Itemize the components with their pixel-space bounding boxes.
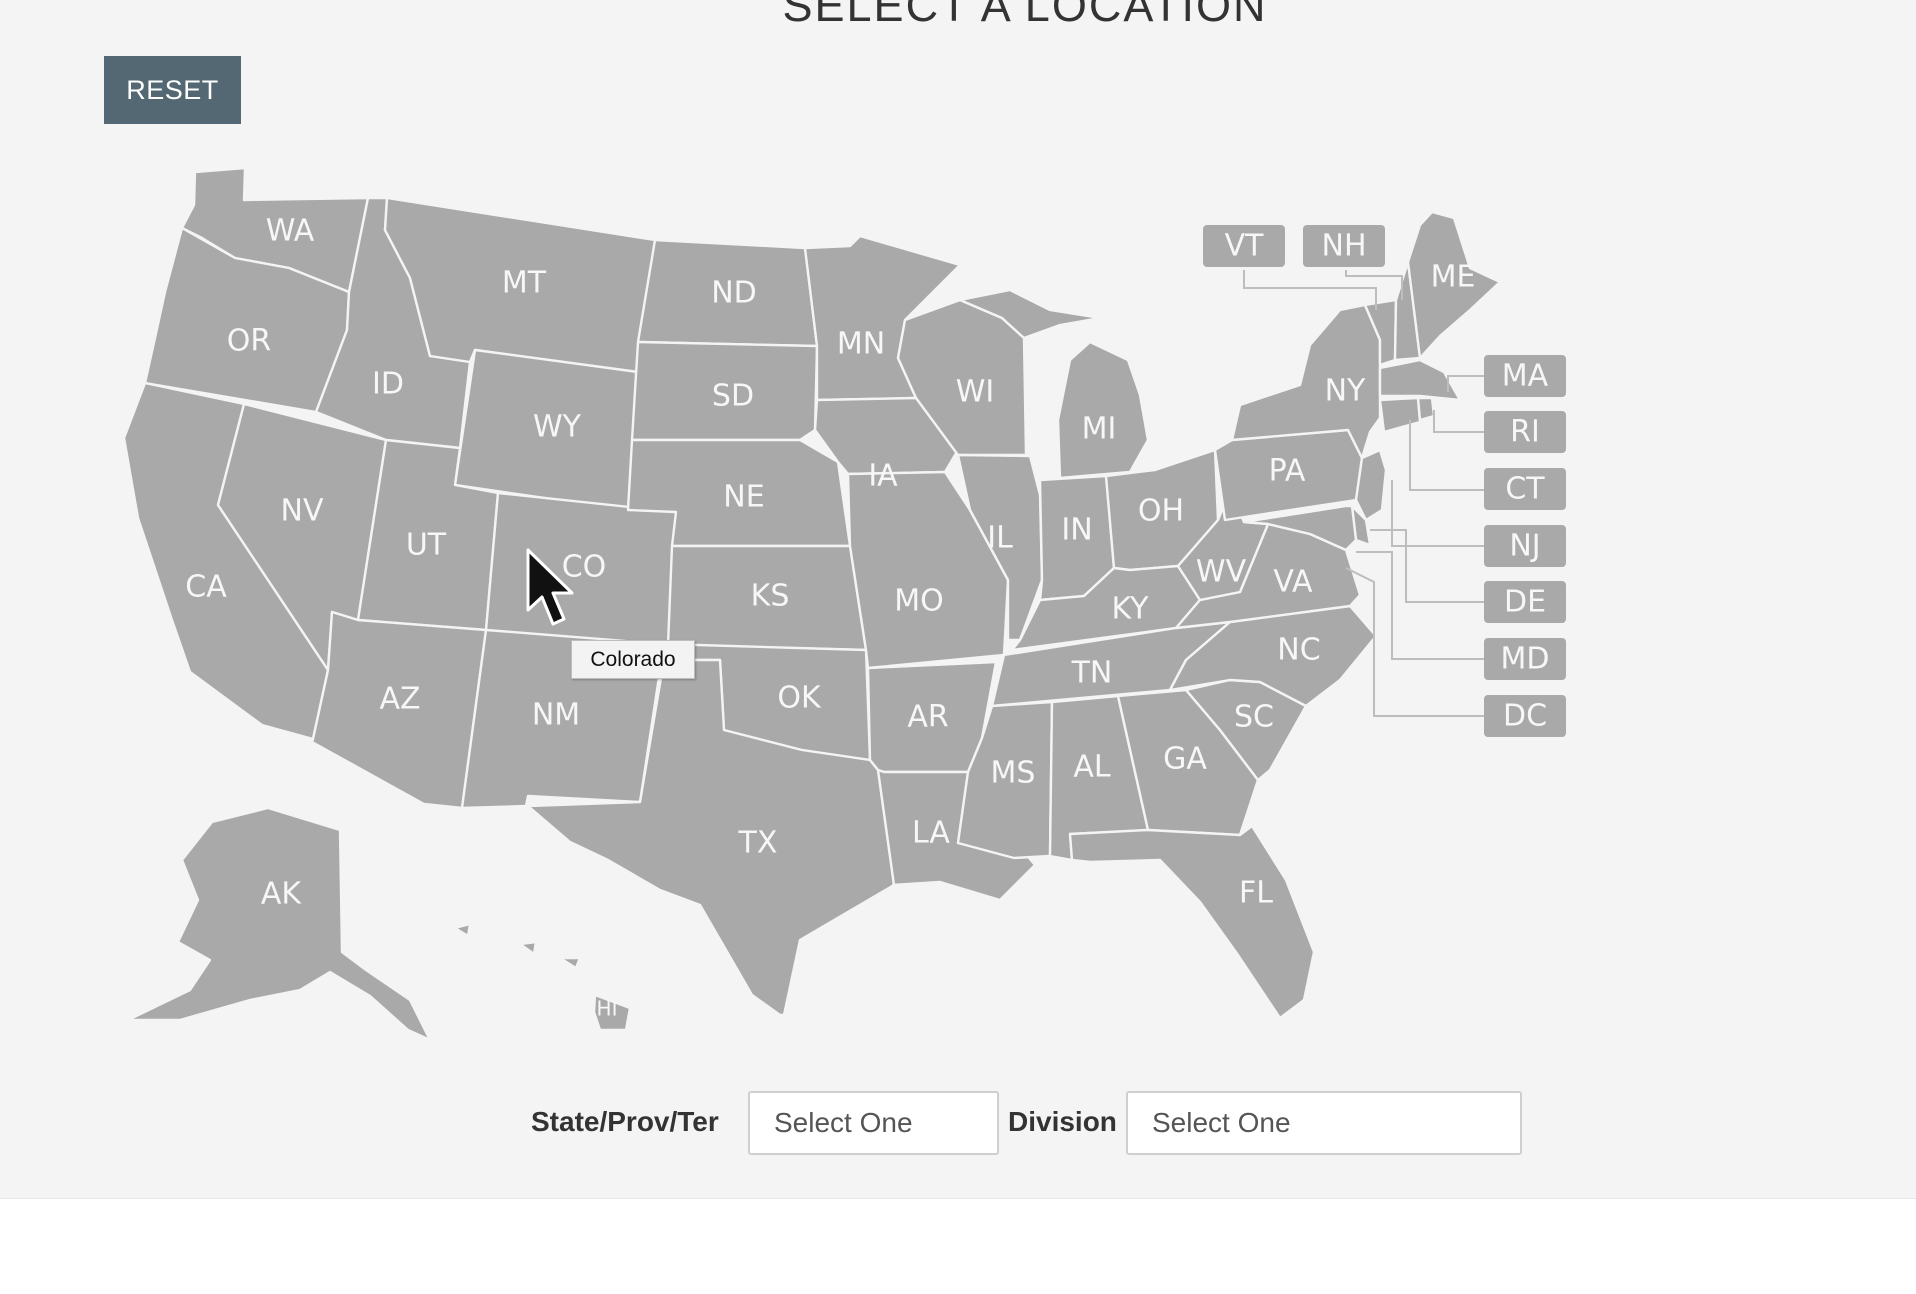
label-wi: WI (956, 375, 995, 410)
svg-text:VT: VT (1225, 229, 1265, 264)
label-ak: AK (261, 877, 303, 912)
label-mn: MN (837, 327, 885, 362)
svg-text:DC: DC (1503, 699, 1547, 734)
label-ar: AR (907, 700, 948, 735)
state-select[interactable]: Select One (748, 1091, 999, 1155)
us-map: WA OR CA ID NV MT WY UT CO AZ NM ND SD N… (122, 166, 1566, 1042)
label-nv: NV (281, 494, 324, 529)
division-select[interactable]: Select One (1126, 1091, 1522, 1155)
svg-text:CT: CT (1505, 472, 1545, 507)
callout-ma[interactable]: MA (1484, 355, 1566, 397)
label-az: AZ (379, 682, 420, 717)
state-ak[interactable] (126, 806, 432, 1042)
label-la: LA (912, 816, 950, 851)
callout-vt[interactable]: VT (1203, 225, 1285, 267)
label-id: ID (372, 367, 404, 402)
label-me: ME (1431, 260, 1476, 295)
label-al: AL (1073, 750, 1111, 785)
label-tx: TX (738, 826, 778, 861)
label-ms: MS (991, 756, 1036, 791)
label-nd: ND (711, 276, 757, 311)
callout-de[interactable]: DE (1484, 581, 1566, 623)
svg-text:RI: RI (1510, 415, 1540, 450)
svg-text:NH: NH (1322, 229, 1367, 264)
callout-dc[interactable]: DC (1484, 695, 1566, 737)
label-wa: WA (266, 214, 315, 249)
label-tn: TN (1071, 656, 1113, 691)
label-ks: KS (751, 579, 790, 614)
label-mi: MI (1082, 412, 1117, 447)
svg-text:DE: DE (1504, 585, 1546, 620)
label-sc: SC (1234, 700, 1274, 735)
state-nj[interactable] (1354, 448, 1388, 522)
filter-bar: State/Prov/Ter Select One Division Selec… (0, 1090, 1916, 1160)
svg-text:MA: MA (1502, 359, 1549, 394)
label-ky: KY (1112, 592, 1150, 627)
label-nm: NM (532, 698, 580, 733)
label-mo: MO (894, 584, 944, 619)
label-ca: CA (185, 570, 227, 605)
state-tooltip: Colorado (571, 640, 695, 679)
label-ga: GA (1163, 742, 1207, 777)
label-ia: IA (868, 459, 898, 494)
label-fl: FL (1239, 876, 1273, 911)
label-nc: NC (1277, 633, 1320, 668)
label-wv: WV (1196, 555, 1247, 590)
label-mt: MT (502, 266, 547, 301)
label-va: VA (1273, 565, 1313, 600)
callout-nj[interactable]: NJ (1484, 525, 1566, 567)
label-wy: WY (533, 410, 582, 445)
label-oh: OH (1138, 494, 1184, 529)
callout-ri[interactable]: RI (1484, 411, 1566, 453)
callout-nh[interactable]: NH (1303, 225, 1385, 267)
state-fl[interactable] (1068, 824, 1316, 1020)
label-ny: NY (1325, 374, 1366, 409)
label-ut: UT (406, 528, 447, 563)
label-hi: HI (597, 997, 618, 1021)
callout-md[interactable]: MD (1484, 638, 1566, 680)
label-ne: NE (723, 480, 764, 515)
label-sd: SD (712, 379, 754, 414)
label-pa: PA (1269, 454, 1306, 489)
location-panel: SELECT A LOCATION RESET WA OR CA ID NV M… (0, 0, 1916, 1199)
label-ok: OK (777, 681, 822, 716)
label-or: OR (227, 324, 271, 359)
label-il: IL (987, 521, 1013, 556)
division-filter-label: Division (1008, 1106, 1117, 1137)
state-filter-label: State/Prov/Ter (531, 1106, 719, 1137)
state-ri[interactable] (1416, 396, 1436, 422)
state-ct[interactable] (1378, 396, 1422, 434)
mouse-cursor-icon (526, 548, 574, 626)
label-in: IN (1061, 513, 1092, 548)
svg-text:MD: MD (1501, 642, 1550, 677)
callout-ct[interactable]: CT (1484, 468, 1566, 510)
svg-text:NJ: NJ (1509, 529, 1540, 564)
